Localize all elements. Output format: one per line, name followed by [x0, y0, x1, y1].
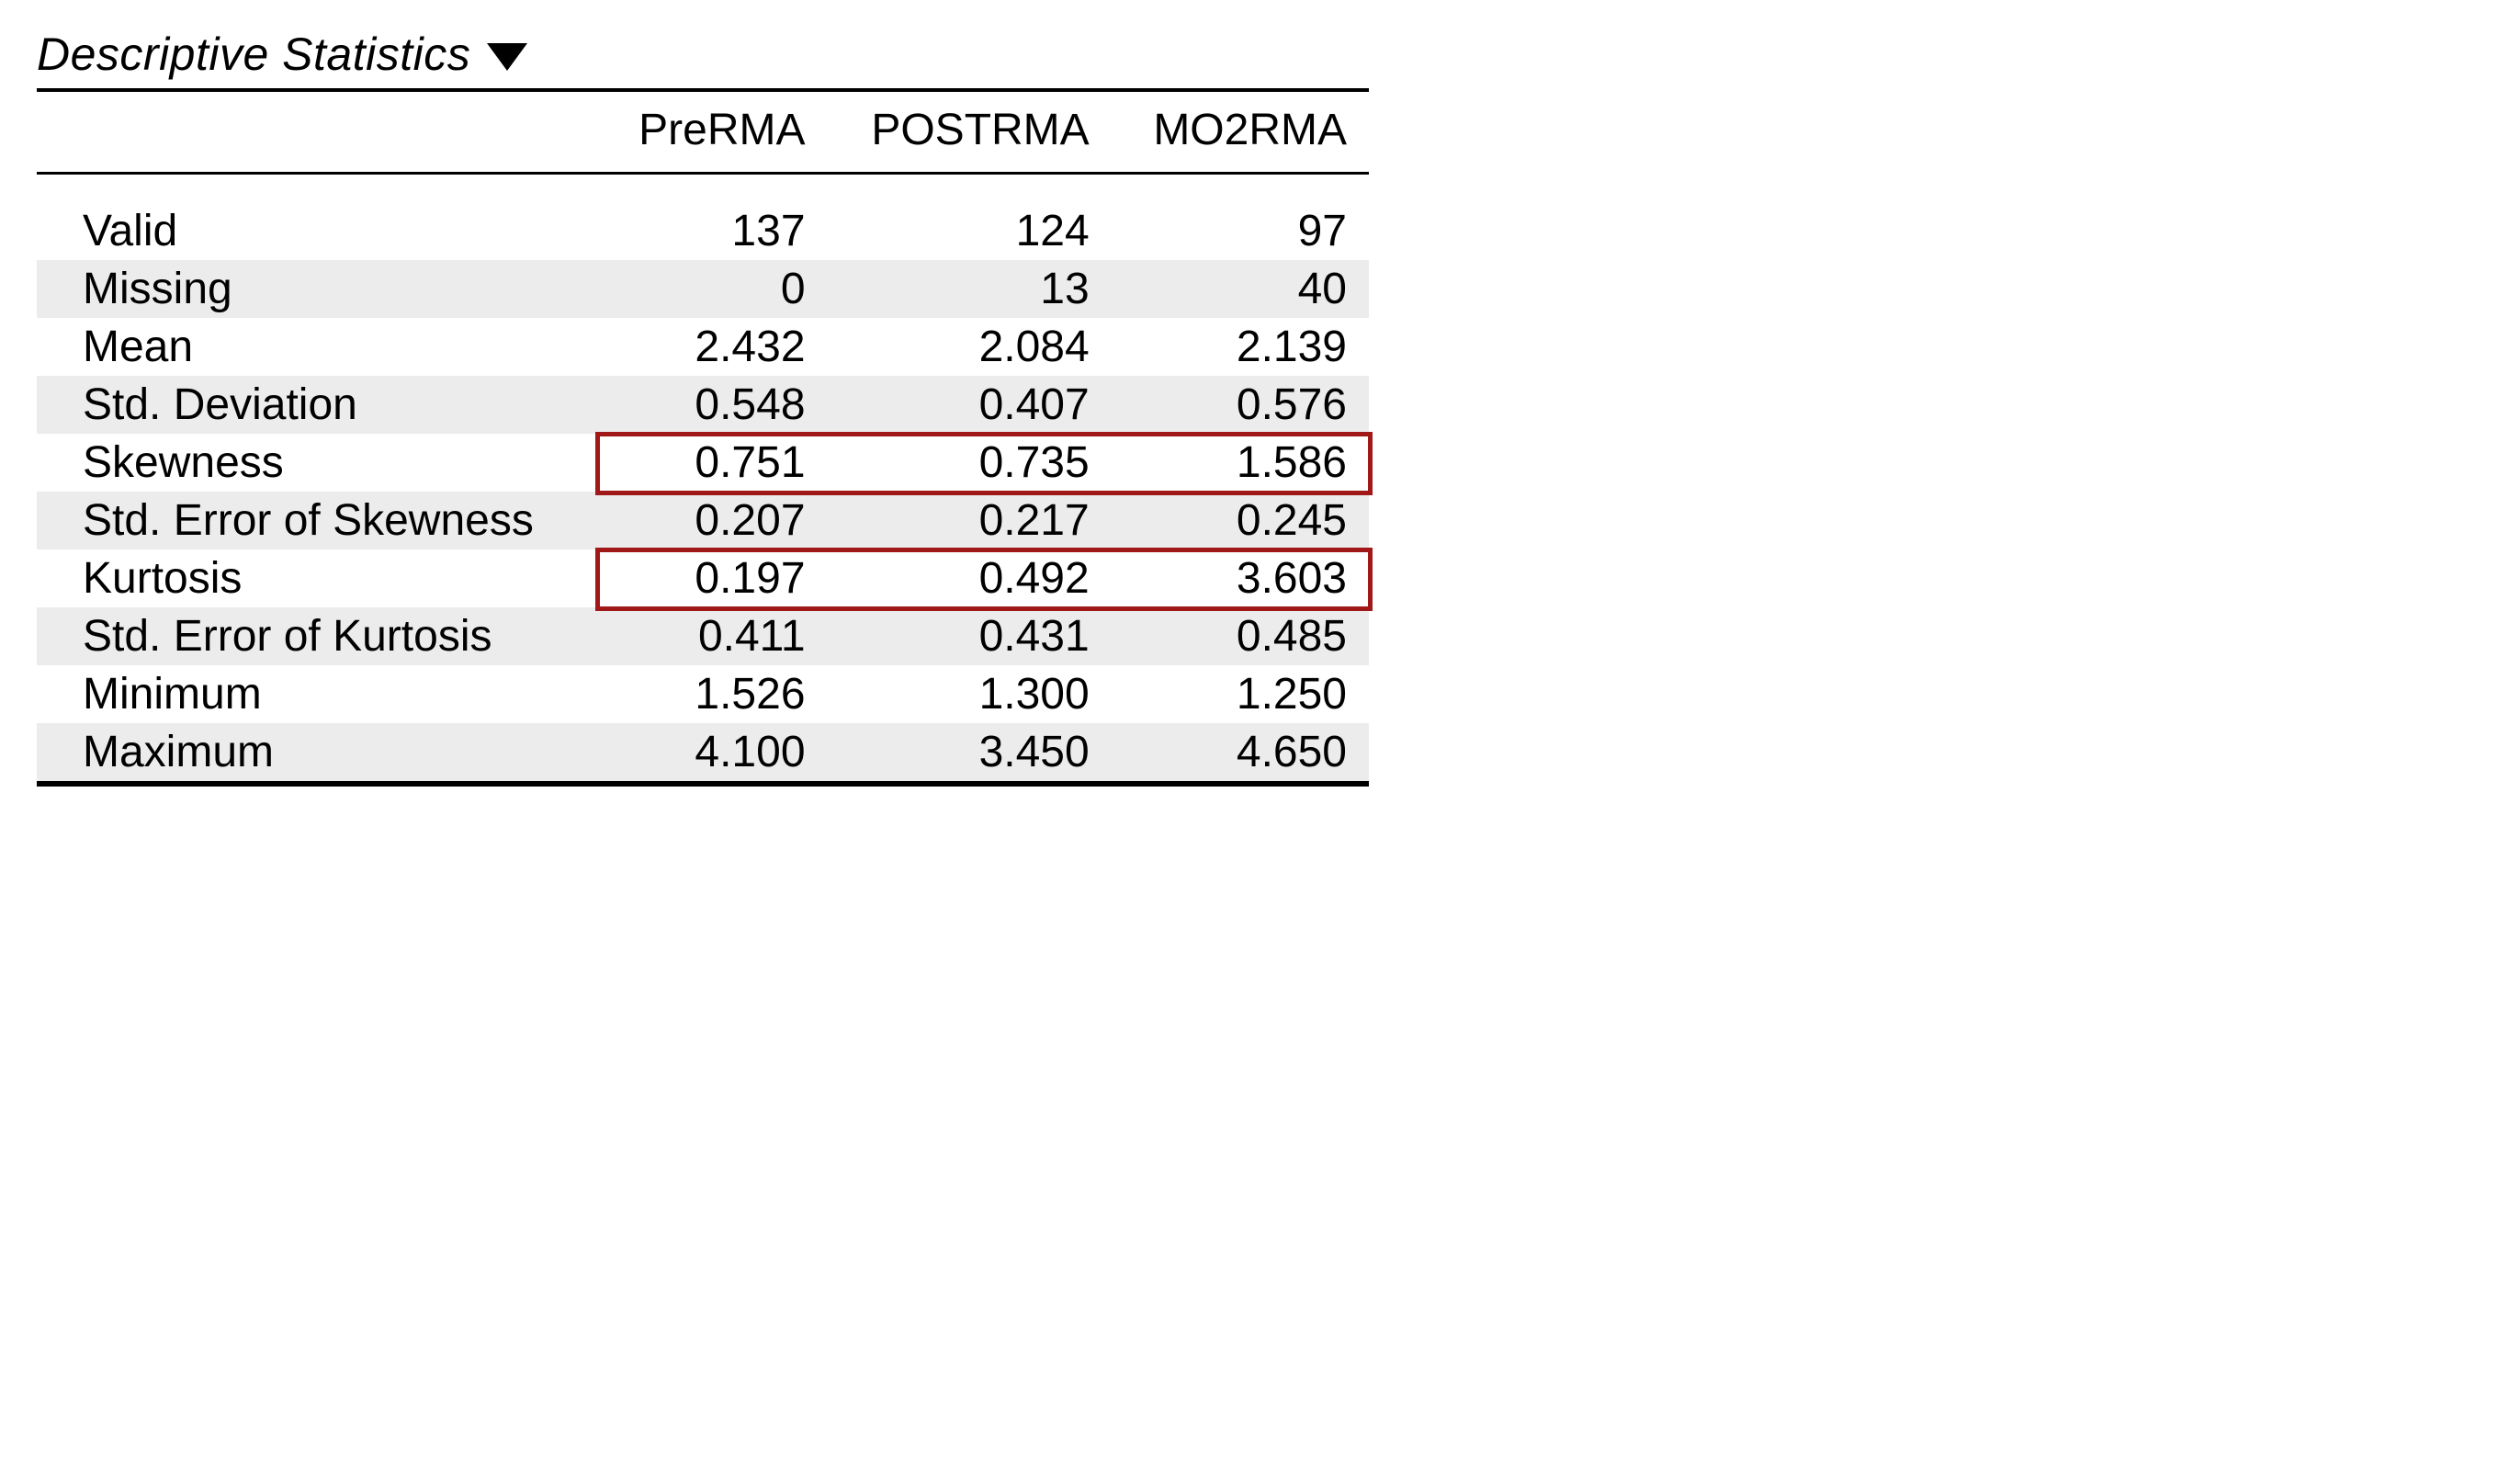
descriptive-statistics-panel: Descriptive Statistics PreRMA POSTRMA MO… [0, 0, 1406, 814]
cell: 1.300 [828, 665, 1112, 723]
cell: 124 [828, 202, 1112, 260]
row-label: Mean [37, 318, 599, 376]
row-label: Skewness [37, 434, 599, 492]
cell: 0.245 [1112, 492, 1369, 549]
header-col-1: PreRMA [599, 90, 828, 174]
row-label: Missing [37, 260, 599, 318]
descriptive-statistics-table: PreRMA POSTRMA MO2RMA Valid 137 124 97 M… [37, 88, 1369, 787]
cell: 3.450 [828, 723, 1112, 784]
table-row: Maximum 4.100 3.450 4.650 [37, 723, 1369, 784]
header-col-2: POSTRMA [828, 90, 1112, 174]
cell: 0.431 [828, 607, 1112, 665]
table-row: Skewness 0.751 0.735 1.586 [37, 434, 1369, 492]
cell: 3.603 [1112, 549, 1369, 607]
header-col-3: MO2RMA [1112, 90, 1369, 174]
cell: 13 [828, 260, 1112, 318]
row-label: Std. Error of Kurtosis [37, 607, 599, 665]
cell: 137 [599, 202, 828, 260]
row-label: Kurtosis [37, 549, 599, 607]
table-row: Kurtosis 0.197 0.492 3.603 [37, 549, 1369, 607]
table-header-row: PreRMA POSTRMA MO2RMA [37, 90, 1369, 174]
table-row: Std. Error of Kurtosis 0.411 0.431 0.485 [37, 607, 1369, 665]
spacer-row [37, 174, 1369, 203]
cell: 1.250 [1112, 665, 1369, 723]
cell: 0.751 [599, 434, 828, 492]
header-blank [37, 90, 599, 174]
cell: 0.735 [828, 434, 1112, 492]
table-holder: PreRMA POSTRMA MO2RMA Valid 137 124 97 M… [37, 88, 1369, 787]
row-label: Valid [37, 202, 599, 260]
table-row: Minimum 1.526 1.300 1.250 [37, 665, 1369, 723]
table-row: Missing 0 13 40 [37, 260, 1369, 318]
cell: 0.576 [1112, 376, 1369, 434]
table-row: Valid 137 124 97 [37, 202, 1369, 260]
cell: 1.526 [599, 665, 828, 723]
cell: 4.100 [599, 723, 828, 784]
cell: 1.586 [1112, 434, 1369, 492]
panel-title: Descriptive Statistics [37, 28, 470, 81]
cell: 0.197 [599, 549, 828, 607]
cell: 97 [1112, 202, 1369, 260]
row-label: Minimum [37, 665, 599, 723]
table-row: Std. Error of Skewness 0.207 0.217 0.245 [37, 492, 1369, 549]
row-label: Maximum [37, 723, 599, 784]
cell: 4.650 [1112, 723, 1369, 784]
row-label: Std. Deviation [37, 376, 599, 434]
cell: 0.411 [599, 607, 828, 665]
cell: 40 [1112, 260, 1369, 318]
row-label: Std. Error of Skewness [37, 492, 599, 549]
cell: 0.485 [1112, 607, 1369, 665]
cell: 0.217 [828, 492, 1112, 549]
table-row: Std. Deviation 0.548 0.407 0.576 [37, 376, 1369, 434]
cell: 0.492 [828, 549, 1112, 607]
cell: 2.432 [599, 318, 828, 376]
cell: 2.139 [1112, 318, 1369, 376]
cell: 0.207 [599, 492, 828, 549]
cell: 0 [599, 260, 828, 318]
collapse-toggle-icon[interactable] [487, 43, 527, 71]
cell: 2.084 [828, 318, 1112, 376]
cell: 0.407 [828, 376, 1112, 434]
cell: 0.548 [599, 376, 828, 434]
table-row: Mean 2.432 2.084 2.139 [37, 318, 1369, 376]
panel-header[interactable]: Descriptive Statistics [37, 28, 1369, 81]
